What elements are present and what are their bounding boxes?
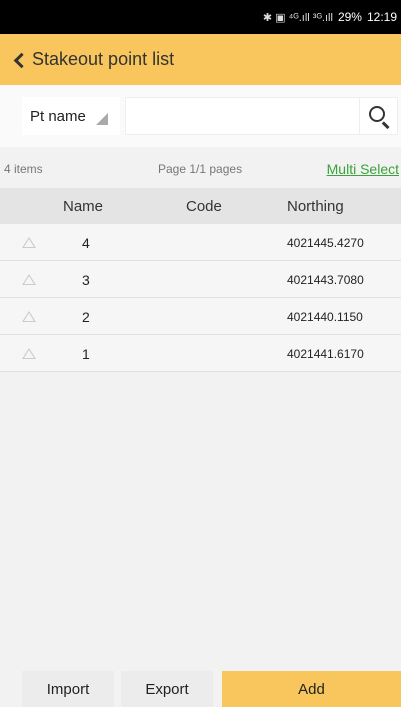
page-indicator: Page 1/1 pages	[158, 162, 243, 176]
list-info-row: 4 items Page 1/1 pages Multi Select	[0, 152, 401, 186]
search-field-label: Pt name	[30, 107, 86, 125]
table-row[interactable]: 1 4021441.6170	[0, 335, 401, 372]
status-bar: ✱ ▣ ⁴ᴳ.ıll ³ᴳ.ıll 29% 12:19	[0, 0, 401, 34]
triangle-icon	[22, 274, 36, 285]
search-button[interactable]	[360, 97, 398, 135]
cell-northing: 4021443.7080	[287, 273, 364, 287]
import-button[interactable]: Import	[22, 671, 114, 707]
cell-northing: 4021441.6170	[287, 347, 364, 361]
cell-northing: 4021440.1150	[287, 310, 363, 324]
column-header-name[interactable]: Name	[63, 198, 103, 215]
title-bar: Stakeout point list	[0, 34, 401, 85]
bottom-action-bar: Import Export Add	[0, 660, 401, 707]
status-icons: ✱ ▣ ⁴ᴳ.ıll ³ᴳ.ıll	[262, 11, 333, 24]
battery-level: 29%	[337, 10, 362, 24]
cell-name: 3	[82, 272, 90, 288]
cell-name: 2	[82, 309, 90, 325]
search-area: Pt name	[0, 85, 401, 147]
cell-name: 1	[82, 346, 90, 362]
multi-select-link[interactable]: Multi Select	[327, 161, 399, 177]
column-header-code[interactable]: Code	[186, 198, 222, 215]
item-count: 4 items	[4, 162, 43, 176]
triangle-icon	[22, 348, 36, 359]
dropdown-triangle-icon	[96, 113, 108, 125]
cell-name: 4	[82, 235, 90, 251]
table-row[interactable]: 4 4021445.4270	[0, 224, 401, 261]
search-icon	[369, 106, 385, 122]
column-header-northing[interactable]: Northing	[287, 198, 344, 215]
table-header: Name Code Northing	[0, 188, 401, 224]
back-chevron-icon[interactable]	[12, 50, 26, 70]
add-button[interactable]: Add	[222, 671, 401, 707]
triangle-icon	[22, 237, 36, 248]
table-row[interactable]: 2 4021440.1150	[0, 298, 401, 335]
export-button[interactable]: Export	[121, 671, 213, 707]
search-input[interactable]	[125, 97, 360, 135]
cell-northing: 4021445.4270	[287, 236, 364, 250]
triangle-icon	[22, 311, 36, 322]
table-row[interactable]: 3 4021443.7080	[0, 261, 401, 298]
page-title: Stakeout point list	[32, 49, 175, 69]
search-field-dropdown[interactable]: Pt name	[22, 97, 120, 135]
point-table: 4 4021445.4270 3 4021443.7080 2 4021440.…	[0, 224, 401, 372]
clock: 12:19	[366, 10, 397, 24]
